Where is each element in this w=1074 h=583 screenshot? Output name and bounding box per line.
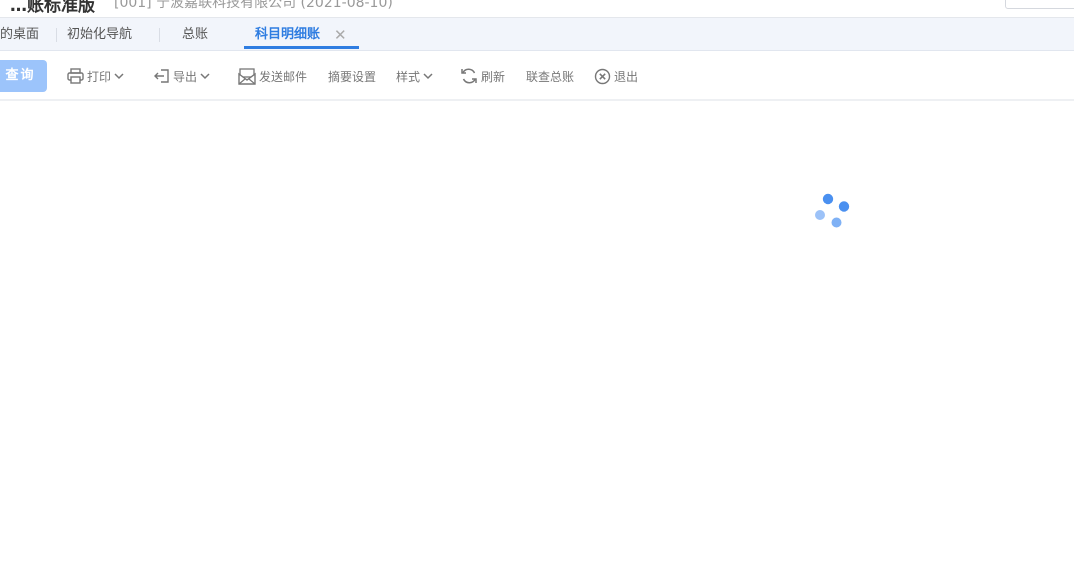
chevron-down-icon (200, 72, 210, 80)
summary-settings-button[interactable]: 摘要设置 (328, 64, 376, 88)
export-label: 导出 (173, 69, 198, 84)
exit-button[interactable]: 退出 (594, 64, 638, 88)
exit-label: 退出 (614, 69, 639, 84)
mail-icon (238, 67, 256, 85)
export-button[interactable]: 导出 (153, 64, 210, 88)
tab-divider (159, 28, 160, 42)
send-mail-label: 发送邮件 (259, 69, 308, 84)
refresh-button[interactable]: 刷新 (460, 64, 505, 88)
query-button[interactable]: 查询 (0, 60, 47, 92)
loading-spinner-icon (810, 190, 854, 230)
close-circle-icon (594, 68, 611, 85)
printer-icon (67, 68, 84, 84)
send-mail-button[interactable]: 发送邮件 (238, 64, 307, 88)
refresh-icon (460, 67, 478, 85)
title-bar: …账标准版 [001] 宁波嘉联科技有限公司 (2021-08-10) (0, 0, 1074, 18)
tab-init-guide[interactable]: 初始化导航 (67, 18, 132, 51)
tab-general-ledger[interactable]: 总账 (182, 18, 208, 51)
app-title: …账标准版 (10, 0, 95, 16)
toolbar: 查询 打印 导出 发送邮件 摘要设置 样式 刷新 联查总账 退出 (0, 51, 1074, 101)
print-label: 打印 (87, 69, 112, 84)
tab-bar: 的桌面 初始化导航 总账 科目明细账 (0, 18, 1074, 51)
tab-divider (56, 28, 57, 42)
company-info: [001] 宁波嘉联科技有限公司 (2021-08-10) (114, 0, 393, 11)
export-icon (153, 68, 170, 84)
style-button[interactable]: 样式 (396, 64, 433, 88)
chevron-down-icon (423, 72, 433, 80)
style-label: 样式 (396, 69, 421, 84)
summary-settings-label: 摘要设置 (328, 69, 377, 84)
top-search-input[interactable] (1005, 0, 1074, 9)
linked-ledger-button[interactable]: 联查总账 (526, 64, 574, 88)
active-tab-indicator (244, 46, 359, 49)
print-button[interactable]: 打印 (67, 64, 124, 88)
chevron-down-icon (114, 72, 124, 80)
tab-my-desktop[interactable]: 的桌面 (0, 18, 39, 51)
linked-ledger-label: 联查总账 (526, 69, 575, 84)
refresh-label: 刷新 (481, 69, 506, 84)
